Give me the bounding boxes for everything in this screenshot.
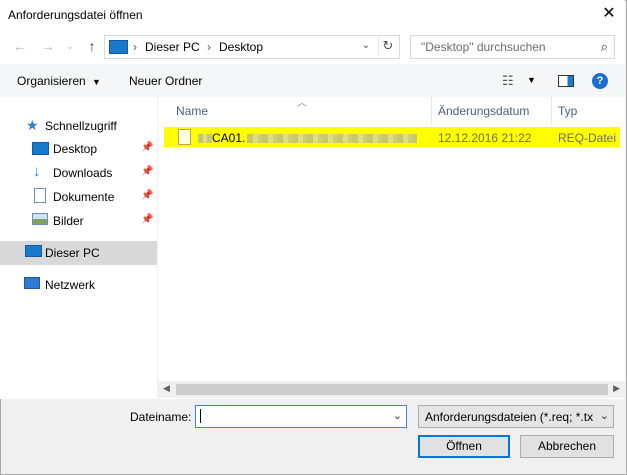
scrollbar-thumb[interactable] bbox=[176, 384, 608, 395]
file-type-filter[interactable]: Anforderungsdateien (*.req; *.txt) ⌄ bbox=[418, 405, 614, 428]
sidebar-item-label: Desktop bbox=[53, 142, 98, 156]
sidebar-item-label: Bilder bbox=[53, 214, 84, 228]
filename-input[interactable]: ⌄ bbox=[195, 405, 407, 428]
search-icon: ⌕ bbox=[600, 39, 608, 54]
preview-pane-icon[interactable] bbox=[558, 75, 574, 87]
file-type-filter-value: Anforderungsdateien (*.req; *.txt) bbox=[425, 410, 593, 424]
breadcrumb-separator: › bbox=[207, 40, 211, 54]
organize-button[interactable]: Organisieren ▼ bbox=[17, 74, 101, 88]
sidebar-item-dieser-pc[interactable]: Dieser PC bbox=[0, 241, 157, 265]
chevron-down-icon: ▼ bbox=[92, 77, 101, 87]
breadcrumb-separator: › bbox=[133, 40, 137, 54]
pin-icon[interactable]: 📌 bbox=[141, 166, 153, 177]
sidebar-item-label: Netzwerk bbox=[45, 278, 96, 292]
cancel-button[interactable]: Abbrechen bbox=[520, 435, 614, 458]
scroll-left-icon[interactable]: ◀ bbox=[163, 383, 170, 394]
sidebar-item-downloads[interactable]: ↓ Downloads 📌 bbox=[0, 161, 157, 185]
sidebar-item-schnellzugriff[interactable]: ★ Schnellzugriff bbox=[0, 114, 157, 138]
organize-label: Organisieren bbox=[17, 74, 86, 88]
command-bar: Organisieren ▼ Neuer Ordner ☷ ▼ bbox=[0, 64, 625, 98]
back-arrow-icon[interactable]: ← bbox=[12, 38, 28, 54]
recent-locations-chevron-icon[interactable]: ⌄ bbox=[62, 38, 78, 54]
close-icon[interactable]: ✕ bbox=[599, 4, 619, 24]
breadcrumb-desktop[interactable]: Desktop bbox=[219, 40, 263, 54]
column-header-date[interactable]: Änderungsdatum bbox=[438, 104, 529, 118]
pin-icon[interactable]: 📌 bbox=[141, 142, 153, 153]
search-box[interactable]: "Desktop" durchsuchen ⌕ bbox=[410, 35, 615, 59]
pictures-icon bbox=[32, 213, 48, 225]
star-icon: ★ bbox=[26, 117, 39, 133]
chevron-down-icon: ⌄ bbox=[599, 410, 609, 422]
address-dropdown-chevron-icon[interactable]: ⌄ bbox=[357, 37, 375, 55]
sidebar-item-label: Downloads bbox=[53, 166, 113, 180]
scroll-right-icon[interactable]: ▶ bbox=[613, 383, 620, 394]
sidebar-item-netzwerk[interactable]: Netzwerk bbox=[0, 273, 157, 297]
file-name-visible: CA01. bbox=[212, 131, 246, 145]
file-date-cell: 12.12.2016 21:22 bbox=[438, 131, 532, 145]
help-icon[interactable]: ? bbox=[592, 73, 608, 89]
pc-icon bbox=[25, 245, 42, 257]
desktop-icon bbox=[32, 142, 49, 155]
chevron-down-icon[interactable]: ⌄ bbox=[393, 409, 402, 422]
view-dropdown-chevron-icon[interactable]: ▼ bbox=[527, 75, 536, 85]
sidebar-item-label: Dokumente bbox=[53, 190, 115, 204]
open-button[interactable]: Öffnen bbox=[418, 435, 510, 458]
horizontal-scrollbar[interactable]: ◀ ▶ bbox=[158, 381, 625, 398]
redacted-text bbox=[247, 134, 418, 144]
filename-label: Dateiname: bbox=[130, 410, 192, 424]
up-arrow-icon[interactable]: ↑ bbox=[84, 38, 100, 54]
redacted-text bbox=[198, 134, 212, 144]
file-type-cell: REQ-Datei bbox=[558, 131, 617, 145]
pc-icon bbox=[109, 40, 128, 54]
file-row[interactable]: CA01. 12.12.2016 21:22 REQ-Datei bbox=[164, 127, 620, 147]
breadcrumb-dieser-pc[interactable]: Dieser PC bbox=[145, 40, 200, 54]
column-divider[interactable] bbox=[431, 97, 432, 123]
column-divider[interactable] bbox=[551, 97, 552, 123]
column-header-name[interactable]: Name bbox=[176, 104, 208, 118]
address-bar[interactable]: › Dieser PC › Desktop ⌄ ↻ bbox=[104, 35, 400, 59]
sidebar-item-label: Dieser PC bbox=[45, 246, 100, 260]
search-placeholder: "Desktop" durchsuchen bbox=[421, 40, 546, 54]
sort-ascending-icon: ︿ bbox=[297, 98, 307, 109]
forward-arrow-icon[interactable]: → bbox=[40, 38, 56, 54]
network-icon bbox=[24, 277, 40, 289]
text-caret bbox=[200, 409, 201, 423]
sidebar-item-label: Schnellzugriff bbox=[45, 119, 117, 133]
window-title: Anforderungsdatei öffnen bbox=[8, 8, 143, 22]
pin-icon[interactable]: 📌 bbox=[141, 214, 153, 225]
document-icon bbox=[34, 188, 46, 203]
sidebar-item-dokumente[interactable]: Dokumente 📌 bbox=[0, 185, 157, 209]
file-name-cell: CA01. bbox=[198, 131, 418, 145]
sidebar-item-desktop[interactable]: Desktop 📌 bbox=[0, 137, 157, 161]
navigation-pane: ★ Schnellzugriff Desktop 📌 ↓ Downloads 📌… bbox=[0, 97, 157, 399]
file-icon bbox=[178, 129, 191, 145]
view-options-icon[interactable]: ☷ bbox=[502, 73, 514, 89]
refresh-icon[interactable]: ↻ bbox=[378, 37, 397, 55]
column-header-type[interactable]: Typ bbox=[558, 104, 577, 118]
sidebar-item-bilder[interactable]: Bilder 📌 bbox=[0, 209, 157, 233]
file-list: ︿ Name Änderungsdatum Typ CA01. 12.12.20… bbox=[158, 97, 625, 399]
new-folder-button[interactable]: Neuer Ordner bbox=[129, 74, 202, 88]
pin-icon[interactable]: 📌 bbox=[141, 190, 153, 201]
download-icon: ↓ bbox=[33, 163, 41, 180]
title-bar: Anforderungsdatei öffnen ✕ bbox=[0, 0, 625, 30]
